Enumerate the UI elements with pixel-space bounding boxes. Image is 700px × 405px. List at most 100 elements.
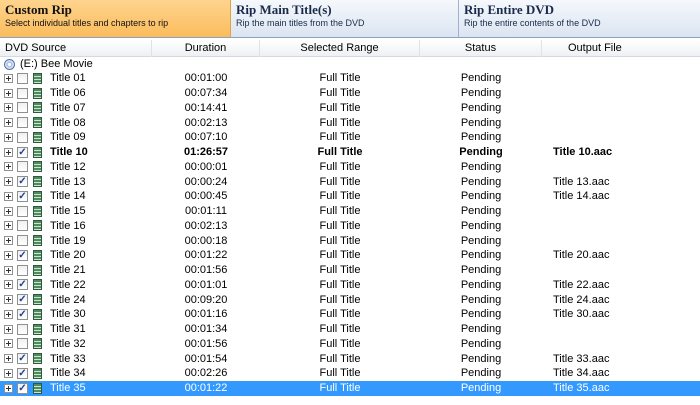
expand-plus-icon[interactable]	[4, 324, 13, 334]
selected-range-cell[interactable]: Full Title	[260, 205, 420, 217]
selected-range-cell[interactable]: Full Title	[260, 308, 420, 320]
column-header-output-file[interactable]: Output File	[542, 40, 700, 57]
title-checkbox[interactable]	[17, 161, 28, 173]
title-checkbox[interactable]: ✓	[17, 294, 28, 306]
table-row[interactable]: Title 31 00:01:34 Full Title Pending	[0, 322, 700, 337]
selected-range-cell[interactable]: Full Title	[260, 161, 420, 173]
expand-plus-icon[interactable]	[4, 191, 13, 201]
expand-plus-icon[interactable]	[4, 177, 13, 187]
selected-range-cell[interactable]: Full Title	[260, 131, 420, 143]
title-checkbox[interactable]: ✓	[17, 308, 28, 320]
selected-range-cell[interactable]: Full Title	[260, 338, 420, 350]
column-header-duration[interactable]: Duration	[152, 40, 260, 57]
table-row[interactable]: ✓ Title 30 00:01:16 Full Title Pending Title …	[0, 307, 700, 322]
expand-plus-icon[interactable]	[4, 309, 13, 319]
output-file-cell[interactable]: Title 13.aac	[542, 176, 700, 188]
title-checkbox[interactable]	[17, 323, 28, 335]
output-file-cell[interactable]: Title 14.aac	[542, 190, 700, 202]
selected-range-cell[interactable]: Full Title	[260, 235, 420, 247]
title-checkbox[interactable]: ✓	[17, 382, 28, 394]
title-checkbox[interactable]: ✓	[17, 190, 28, 202]
selected-range-cell[interactable]: Full Title	[260, 249, 420, 261]
output-file-cell[interactable]: Title 35.aac	[542, 382, 700, 394]
table-row[interactable]: ✓ Title 34 00:02:26 Full Title Pending Title …	[0, 366, 700, 381]
output-file-cell[interactable]: Title 34.aac	[542, 367, 700, 379]
column-header-status[interactable]: Status	[420, 40, 542, 57]
selected-range-cell[interactable]: Full Title	[260, 382, 420, 394]
expand-plus-icon[interactable]	[4, 265, 13, 275]
selected-range-cell[interactable]: Full Title	[260, 294, 420, 306]
table-row[interactable]: Title 19 00:00:18 Full Title Pending	[0, 233, 700, 248]
output-file-cell[interactable]: Title 30.aac	[542, 308, 700, 320]
expand-plus-icon[interactable]	[4, 295, 13, 305]
selected-range-cell[interactable]: Full Title	[260, 279, 420, 291]
output-file-cell[interactable]: Title 20.aac	[542, 249, 700, 261]
output-file-cell[interactable]: Title 10.aac	[542, 146, 700, 158]
table-row[interactable]: ✓ Title 10 01:26:57 Full Title Pending Title …	[0, 145, 700, 160]
table-row[interactable]: Title 12 00:00:01 Full Title Pending	[0, 160, 700, 175]
expand-plus-icon[interactable]	[4, 118, 13, 128]
column-header-dvd-source[interactable]: DVD Source	[0, 40, 152, 57]
title-checkbox[interactable]: ✓	[17, 367, 28, 379]
title-checkbox[interactable]: ✓	[17, 176, 28, 188]
tab-rip-entire-dvd[interactable]: Rip Entire DVD Rip the entire contents o…	[459, 0, 700, 38]
output-file-cell[interactable]: Title 22.aac	[542, 279, 700, 291]
selected-range-cell[interactable]: Full Title	[260, 367, 420, 379]
selected-range-cell[interactable]: Full Title	[260, 117, 420, 129]
selected-range-cell[interactable]: Full Title	[260, 323, 420, 335]
expand-plus-icon[interactable]	[4, 383, 13, 393]
expand-plus-icon[interactable]	[4, 103, 13, 113]
table-row[interactable]: Title 07 00:14:41 Full Title Pending	[0, 101, 700, 116]
expand-plus-icon[interactable]	[4, 221, 13, 231]
title-checkbox[interactable]	[17, 220, 28, 232]
table-row[interactable]: Title 08 00:02:13 Full Title Pending	[0, 115, 700, 130]
expand-plus-icon[interactable]	[4, 280, 13, 290]
expand-plus-icon[interactable]	[4, 368, 13, 378]
tab-custom-rip[interactable]: Custom Rip Select individual titles and …	[0, 0, 231, 38]
title-checkbox[interactable]: ✓	[17, 146, 28, 158]
title-checkbox[interactable]	[17, 131, 28, 143]
column-header-selected-range[interactable]: Selected Range	[260, 40, 420, 57]
expand-plus-icon[interactable]	[4, 162, 13, 172]
selected-range-cell[interactable]: Full Title	[260, 146, 420, 158]
table-row[interactable]: Title 15 00:01:11 Full Title Pending	[0, 204, 700, 219]
table-row[interactable]: ✓ Title 35 00:01:22 Full Title Pending Title …	[0, 380, 700, 396]
table-row[interactable]: ✓ Title 13 00:00:24 Full Title Pending Title …	[0, 174, 700, 189]
title-checkbox[interactable]	[17, 235, 28, 247]
selected-range-cell[interactable]: Full Title	[260, 102, 420, 114]
title-checkbox[interactable]: ✓	[17, 249, 28, 261]
expand-plus-icon[interactable]	[4, 206, 13, 216]
expand-plus-icon[interactable]	[4, 147, 13, 157]
table-row[interactable]: ✓ Title 20 00:01:22 Full Title Pending Title …	[0, 248, 700, 263]
expand-plus-icon[interactable]	[4, 354, 13, 364]
table-row[interactable]: Title 16 00:02:13 Full Title Pending	[0, 219, 700, 234]
table-row[interactable]: Title 09 00:07:10 Full Title Pending	[0, 130, 700, 145]
output-file-cell[interactable]: Title 24.aac	[542, 294, 700, 306]
drive-node[interactable]: (E:) Bee Movie	[0, 57, 700, 71]
expand-plus-icon[interactable]	[4, 250, 13, 260]
selected-range-cell[interactable]: Full Title	[260, 87, 420, 99]
title-checkbox[interactable]	[17, 338, 28, 350]
title-checkbox[interactable]	[17, 264, 28, 276]
title-checkbox[interactable]	[17, 117, 28, 129]
table-row[interactable]: Title 06 00:07:34 Full Title Pending	[0, 86, 700, 101]
table-row[interactable]: Title 32 00:01:56 Full Title Pending	[0, 337, 700, 352]
table-row[interactable]: ✓ Title 24 00:09:20 Full Title Pending Title …	[0, 292, 700, 307]
tab-rip-main-titles[interactable]: Rip Main Title(s) Rip the main titles fr…	[231, 0, 459, 38]
title-checkbox[interactable]	[17, 205, 28, 217]
expand-plus-icon[interactable]	[4, 73, 13, 83]
title-checkbox[interactable]	[17, 72, 28, 84]
selected-range-cell[interactable]: Full Title	[260, 190, 420, 202]
table-row[interactable]: Title 01 00:01:00 Full Title Pending	[0, 71, 700, 86]
selected-range-cell[interactable]: Full Title	[260, 220, 420, 232]
table-row[interactable]: Title 21 00:01:56 Full Title Pending	[0, 263, 700, 278]
selected-range-cell[interactable]: Full Title	[260, 176, 420, 188]
table-row[interactable]: ✓ Title 33 00:01:54 Full Title Pending Title …	[0, 351, 700, 366]
title-checkbox[interactable]	[17, 102, 28, 114]
title-checkbox[interactable]: ✓	[17, 353, 28, 365]
selected-range-cell[interactable]: Full Title	[260, 72, 420, 84]
expand-plus-icon[interactable]	[4, 88, 13, 98]
table-row[interactable]: ✓ Title 22 00:01:01 Full Title Pending Title …	[0, 278, 700, 293]
output-file-cell[interactable]: Title 33.aac	[542, 353, 700, 365]
expand-plus-icon[interactable]	[4, 132, 13, 142]
